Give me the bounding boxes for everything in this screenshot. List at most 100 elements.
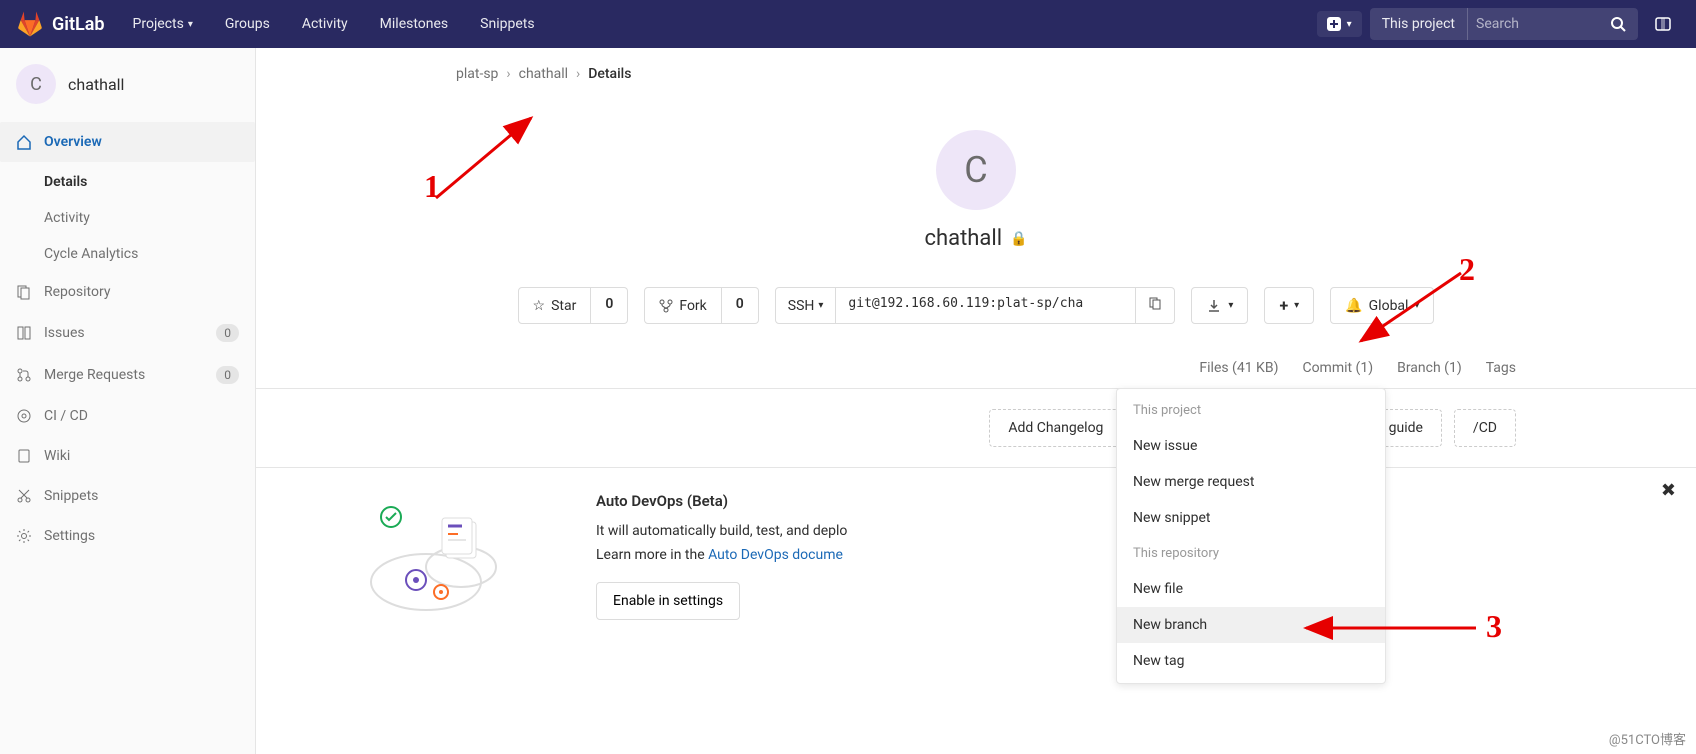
chevron-down-icon: ▾: [1228, 300, 1233, 311]
stat-tags[interactable]: Tags: [1486, 360, 1516, 376]
sidebar-project-header[interactable]: C chathall: [0, 48, 255, 120]
enable-devops-button[interactable]: Enable in settings: [596, 582, 740, 620]
download-icon: [1206, 298, 1222, 314]
stat-files[interactable]: Files (41 KB): [1199, 360, 1278, 376]
stat-branch[interactable]: Branch (1): [1397, 360, 1462, 376]
search-scope[interactable]: This project: [1370, 8, 1468, 40]
fork-group: Fork 0: [644, 287, 758, 324]
sidebar-label: Snippets: [44, 488, 98, 504]
sidebar-item-repository[interactable]: Repository: [0, 272, 255, 312]
stat-commit[interactable]: Commit (1): [1302, 360, 1373, 376]
main-content: plat-sp › chathall › Details C chathall …: [256, 48, 1696, 754]
project-avatar: C: [16, 64, 56, 104]
sidebar-item-overview[interactable]: Overview: [0, 122, 255, 162]
sidebar-label: Overview: [44, 134, 102, 150]
sidebar-label: Wiki: [44, 448, 70, 464]
bell-icon: 🔔: [1345, 298, 1362, 314]
star-count: 0: [591, 287, 628, 324]
fork-button[interactable]: Fork: [644, 287, 721, 324]
notifications-dropdown[interactable]: 🔔Global▾: [1330, 287, 1434, 324]
add-changelog-button[interactable]: Add Changelog: [989, 409, 1122, 447]
search-input[interactable]: [1468, 8, 1598, 40]
sidebar-item-issues[interactable]: Issues 0: [0, 312, 255, 354]
nav-snippets[interactable]: Snippets: [468, 8, 546, 40]
devops-docs-link[interactable]: Auto DevOps docume: [708, 547, 843, 563]
stats-row: Files (41 KB) Commit (1) Branch (1) Tags: [256, 348, 1696, 389]
nav-projects[interactable]: Projects▾: [121, 8, 205, 40]
search-button[interactable]: [1598, 8, 1638, 40]
lock-icon: 🔒: [1010, 231, 1027, 247]
book-icon: [16, 448, 32, 464]
home-icon: [16, 134, 32, 150]
issues-count-badge: 0: [216, 324, 239, 342]
project-title-text: chathall: [924, 226, 1002, 251]
dropdown-new-branch[interactable]: New branch: [1117, 607, 1385, 643]
chevron-down-icon: ▾: [1347, 19, 1352, 30]
brand-text: GitLab: [52, 14, 105, 35]
scissors-icon: [16, 488, 32, 504]
topbar: GitLab Projects▾ Groups Activity Milesto…: [0, 0, 1696, 48]
sidebar-item-wiki[interactable]: Wiki: [0, 436, 255, 476]
create-dropdown-button[interactable]: +▾: [1264, 287, 1314, 324]
sidebar-label: CI / CD: [44, 408, 88, 424]
chevron-right-icon: ›: [576, 66, 580, 82]
todo-icon-button[interactable]: [1646, 9, 1680, 39]
copy-url-button[interactable]: [1136, 287, 1175, 324]
breadcrumb: plat-sp › chathall › Details: [256, 48, 1696, 100]
dropdown-new-snippet[interactable]: New snippet: [1117, 500, 1385, 536]
add-cicd-button-partial[interactable]: /CD: [1454, 409, 1516, 447]
sidebar-item-settings[interactable]: Settings: [0, 516, 255, 556]
action-row: ☆Star 0 Fork 0 SSH▾ git@192.168.60.119:p…: [256, 271, 1696, 348]
project-title: chathall 🔒: [256, 226, 1696, 251]
merge-icon: [16, 367, 32, 383]
clone-scheme-dropdown[interactable]: SSH▾: [775, 287, 837, 324]
dropdown-new-tag[interactable]: New tag: [1117, 643, 1385, 679]
chevron-right-icon: ›: [506, 66, 510, 82]
sidebar-sub-activity[interactable]: Activity: [0, 200, 255, 236]
rect-icon: [1654, 15, 1672, 33]
dropdown-new-file[interactable]: New file: [1117, 571, 1385, 607]
sidebar-sub-cycle[interactable]: Cycle Analytics: [0, 236, 255, 272]
star-group: ☆Star 0: [518, 287, 629, 324]
sidebar-label: Issues: [44, 325, 85, 341]
nav-groups[interactable]: Groups: [213, 8, 282, 40]
dropdown-new-merge-request[interactable]: New merge request: [1117, 464, 1385, 500]
breadcrumb-group[interactable]: plat-sp: [456, 66, 498, 82]
breadcrumb-current: Details: [588, 66, 631, 82]
search-icon: [1610, 16, 1626, 32]
copy-icon: [1148, 296, 1162, 310]
sidebar-item-cicd[interactable]: CI / CD: [0, 396, 255, 436]
gear-icon: [16, 528, 32, 544]
project-avatar-large: C: [936, 130, 1016, 210]
watermark: @51CTO博客: [1609, 729, 1686, 748]
sidebar-item-merge-requests[interactable]: Merge Requests 0: [0, 354, 255, 396]
clone-group: SSH▾ git@192.168.60.119:plat-sp/cha: [775, 287, 1176, 324]
breadcrumb-project[interactable]: chathall: [519, 66, 568, 82]
sidebar-sub-details[interactable]: Details: [0, 164, 255, 200]
new-menu-button[interactable]: ▾: [1317, 11, 1362, 37]
create-dropdown-menu: This project New issue New merge request…: [1116, 388, 1386, 684]
dropdown-header-repository: This repository: [1117, 536, 1385, 571]
mrs-count-badge: 0: [216, 366, 239, 384]
nav-milestones[interactable]: Milestones: [368, 8, 461, 40]
fork-icon: [659, 299, 673, 313]
star-button[interactable]: ☆Star: [518, 287, 592, 324]
clone-url-field[interactable]: git@192.168.60.119:plat-sp/cha: [836, 287, 1136, 324]
close-devops-button[interactable]: ✖: [1661, 480, 1676, 501]
search-wrap: This project: [1370, 8, 1638, 40]
auto-devops-panel: Auto DevOps (Beta) It will automatically…: [256, 468, 1696, 644]
files-icon: [16, 284, 32, 300]
download-dropdown[interactable]: ▾: [1191, 287, 1248, 324]
chevron-down-icon: ▾: [818, 300, 823, 311]
sidebar-item-snippets[interactable]: Snippets: [0, 476, 255, 516]
sidebar: C chathall Overview Details Activity Cyc…: [0, 48, 256, 754]
gitlab-logo[interactable]: GitLab: [16, 10, 105, 38]
plus-icon: +: [1279, 296, 1288, 315]
issues-icon: [16, 325, 32, 341]
top-nav: Projects▾ Groups Activity Milestones Sni…: [121, 8, 547, 40]
sidebar-label: Repository: [44, 284, 110, 300]
dropdown-new-issue[interactable]: New issue: [1117, 428, 1385, 464]
sidebar-project-name: chathall: [68, 75, 124, 94]
nav-activity[interactable]: Activity: [290, 8, 360, 40]
fork-count: 0: [722, 287, 759, 324]
